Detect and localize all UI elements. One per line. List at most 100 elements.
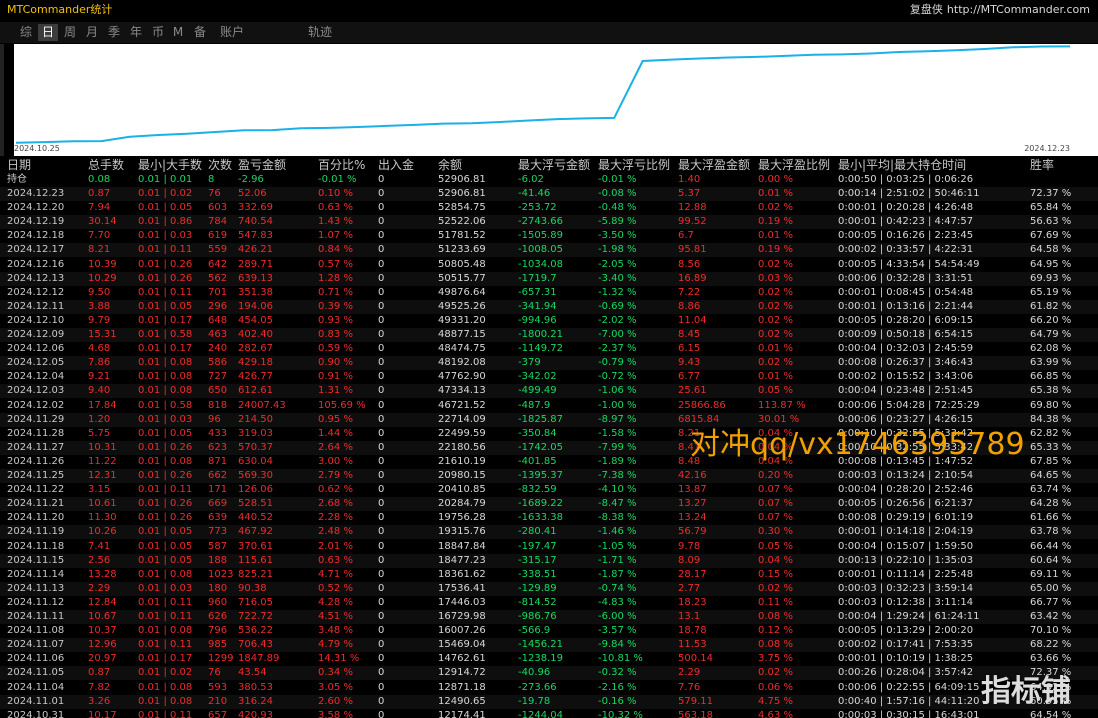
table-row[interactable]: 2024.12.11 3.88 0.01 | 0.05 296 194.06 0.39 %… [0, 299, 1098, 314]
cell-13: 65.33 % [1030, 441, 1072, 453]
col-header-6[interactable]: 出入金 [378, 158, 414, 173]
cell-8: -832.59 [518, 484, 557, 496]
cell-5: 14.31 % [318, 653, 360, 665]
table-row[interactable]: 2024.11.22 3.15 0.01 | 0.11 171 126.06 0.62 %… [0, 483, 1098, 497]
col-header-12[interactable]: 最小|平均|最大持仓时间 [838, 158, 966, 173]
cell-3: 619 [208, 230, 228, 242]
cell-4: 639.13 [238, 272, 273, 284]
tab-5[interactable]: 年 [126, 24, 146, 41]
cell-5: 1.43 % [318, 216, 353, 228]
holding-row[interactable]: 持仓 0.08 0.01 | 0.01 8 -2.96 -0.01 % 0 52906.81 -… [0, 173, 1098, 187]
table-row[interactable]: 2024.11.29 1.20 0.01 | 0.03 96 214.50 0.95 % 0… [0, 412, 1098, 427]
table-row[interactable]: 2024.12.03 9.40 0.01 | 0.08 650 612.61 1.31 %… [0, 384, 1098, 399]
table-row[interactable]: 2024.12.04 9.21 0.01 | 0.08 727 426.77 0.91 %… [0, 370, 1098, 384]
table-row[interactable]: 2024.12.12 9.50 0.01 | 0.11 701 351.38 0.71 %… [0, 286, 1098, 300]
cell-13: 64.58 % [1030, 244, 1072, 256]
cell-0: 2024.11.01 [7, 695, 65, 707]
cell-7: 16007.26 [438, 625, 486, 637]
table-row[interactable]: 2024.11.06 20.97 0.01 | 0.17 1299 1847.89 14.… [0, 652, 1098, 666]
brand-url[interactable]: http://MTCommander.com [947, 3, 1090, 16]
cell-13: 84.38 % [1030, 413, 1072, 425]
tab-10[interactable]: 轨迹 [300, 24, 340, 41]
table-row[interactable]: 2024.12.13 10.29 0.01 | 0.26 562 639.13 1.28 … [0, 271, 1098, 286]
col-header-10[interactable]: 最大浮盈金额 [678, 158, 750, 173]
cell-9: -0.79 % [598, 357, 637, 369]
table-row[interactable]: 2024.12.18 7.70 0.01 | 0.03 619 547.83 1.07 %… [0, 229, 1098, 243]
cell-12: 0:00:04 | 1:29:24 | 61:24:11 [838, 611, 980, 622]
table-row[interactable]: 2024.12.02 17.84 0.01 | 0.58 818 24007.43 105… [0, 399, 1098, 413]
cell-6: 0 [378, 441, 385, 453]
brand-link[interactable]: 复盘侠 http://MTCommander.com [906, 3, 1090, 17]
col-header-9[interactable]: 最大浮亏比例 [598, 158, 670, 173]
cell-12: 0:00:05 | 0:16:26 | 2:23:45 [838, 230, 974, 242]
table-row[interactable]: 2024.11.19 10.26 0.01 | 0.05 773 467.92 2.48 … [0, 525, 1098, 540]
table-row[interactable]: 2024.11.20 11.30 0.01 | 0.26 639 440.52 2.28 … [0, 511, 1098, 525]
cell-9: -4.83 % [598, 596, 637, 608]
table-row[interactable]: 2024.12.09 15.31 0.01 | 0.58 463 402.40 0.83 … [0, 328, 1098, 342]
cell-1: 13.28 [88, 568, 117, 580]
table-row[interactable]: 2024.12.20 7.94 0.01 | 0.05 603 332.69 0.63 %… [0, 201, 1098, 215]
table-row[interactable]: 2024.11.15 2.56 0.01 | 0.05 188 115.61 0.63 %… [0, 553, 1098, 568]
tab-9[interactable]: 账户 [214, 24, 250, 41]
col-header-0[interactable]: 日期 [7, 158, 31, 173]
table-row[interactable]: 2024.11.01 3.26 0.01 | 0.08 210 316.24 2.60 %… [0, 694, 1098, 709]
cell-9: -2.37 % [598, 343, 637, 355]
table-row[interactable]: 2024.12.06 4.68 0.01 | 0.17 240 282.67 0.59 %… [0, 342, 1098, 356]
cell-6: 0 [378, 314, 385, 326]
col-header-4[interactable]: 盈亏金额 [238, 158, 286, 173]
tab-7[interactable]: M [170, 24, 186, 41]
col-header-2[interactable]: 最小|大手数 [138, 158, 202, 173]
table-row[interactable]: 2024.11.11 10.67 0.01 | 0.11 626 722.72 4.51 … [0, 610, 1098, 624]
table-row[interactable]: 2024.12.19 30.14 0.01 | 0.86 784 740.54 1.43 … [0, 215, 1098, 230]
table-row[interactable]: 2024.10.31 10.17 0.01 | 0.11 657 420.93 3.58 … [0, 709, 1098, 718]
table-row[interactable]: 2024.12.16 10.39 0.01 | 0.26 642 289.71 0.57 … [0, 258, 1098, 272]
tab-0[interactable]: 综 [14, 24, 38, 41]
table-row[interactable]: 2024.11.25 12.31 0.01 | 0.26 662 569.30 2.79 … [0, 469, 1098, 483]
cell-4: 90.38 [238, 582, 267, 594]
col-header-5[interactable]: 百分比% [318, 158, 365, 173]
cell-7: 20980.15 [438, 470, 486, 481]
cell-11: 113.87 % [758, 399, 806, 411]
col-header-7[interactable]: 余额 [438, 158, 462, 173]
cell-10: 28.17 [678, 568, 707, 580]
cell-11: 0.12 % [758, 625, 793, 637]
table-row[interactable]: 2024.12.10 9.79 0.01 | 0.17 648 454.05 0.93 %… [0, 314, 1098, 328]
tab-4[interactable]: 季 [104, 24, 124, 41]
table-row[interactable]: 2024.12.23 0.87 0.01 | 0.02 76 52.06 0.10 % 0 5… [0, 187, 1098, 201]
table-row[interactable]: 2024.11.21 10.61 0.01 | 0.26 669 528.51 2.68 … [0, 497, 1098, 512]
col-header-13[interactable]: 胜率 [1030, 158, 1054, 173]
cell-5: 2.64 % [318, 441, 353, 453]
cell-3: 210 [208, 695, 228, 707]
col-header-8[interactable]: 最大浮亏金额 [518, 158, 590, 173]
tab-6[interactable]: 币 [148, 24, 168, 41]
cell-13: 63.74 % [1030, 484, 1072, 496]
cell-9: -1.58 % [598, 427, 637, 439]
cell-12: 0:00:09 | 0:50:18 | 6:54:15 [838, 329, 974, 340]
table-row[interactable]: 2024.12.17 8.21 0.01 | 0.11 559 426.21 0.84 %… [0, 243, 1098, 258]
table-row[interactable]: 2024.11.13 2.29 0.01 | 0.03 180 90.38 0.52 % 0… [0, 581, 1098, 596]
cell-2: 0.01 | 0.05 [138, 202, 193, 214]
tab-3[interactable]: 月 [82, 24, 102, 41]
tab-8[interactable]: 备 [190, 24, 210, 41]
col-header-1[interactable]: 总手数 [88, 158, 124, 173]
table-row[interactable]: 2024.11.12 12.84 0.01 | 0.11 960 716.05 4.28 … [0, 596, 1098, 610]
cell-13: 70.10 % [1030, 625, 1072, 637]
table-row[interactable]: 2024.11.07 12.96 0.01 | 0.11 985 706.43 4.79 … [0, 638, 1098, 653]
cell-12: 0:00:01 | 0:10:19 | 1:38:25 [838, 653, 974, 665]
cell-10: 11.04 [678, 314, 707, 326]
cell-3: 76 [208, 188, 221, 199]
col-header-3[interactable]: 次数 [208, 158, 232, 173]
tab-1[interactable]: 日 [38, 24, 58, 41]
cell-13: 64.79 % [1030, 329, 1072, 340]
table-row[interactable]: 2024.12.05 7.86 0.01 | 0.08 586 429.18 0.90 %… [0, 356, 1098, 371]
table-row[interactable]: 2024.11.04 7.82 0.01 | 0.08 593 380.53 3.05 %… [0, 681, 1098, 695]
cell-8: -1238.19 [518, 653, 563, 665]
table-row[interactable]: 2024.11.14 13.28 0.01 | 0.08 1023 825.21 4.71… [0, 568, 1098, 582]
col-header-11[interactable]: 最大浮盈比例 [758, 158, 830, 173]
table-row[interactable]: 2024.11.08 10.37 0.01 | 0.08 796 536.22 3.48 … [0, 624, 1098, 638]
cell-5: 2.01 % [318, 540, 353, 552]
table-row[interactable]: 2024.11.05 0.87 0.01 | 0.02 76 43.54 0.34 % 0 1… [0, 666, 1098, 681]
cell-2: 0.01 | 0.08 [138, 681, 193, 693]
tab-2[interactable]: 周 [60, 24, 80, 41]
table-row[interactable]: 2024.11.18 7.41 0.01 | 0.05 587 370.61 2.01 %… [0, 540, 1098, 554]
